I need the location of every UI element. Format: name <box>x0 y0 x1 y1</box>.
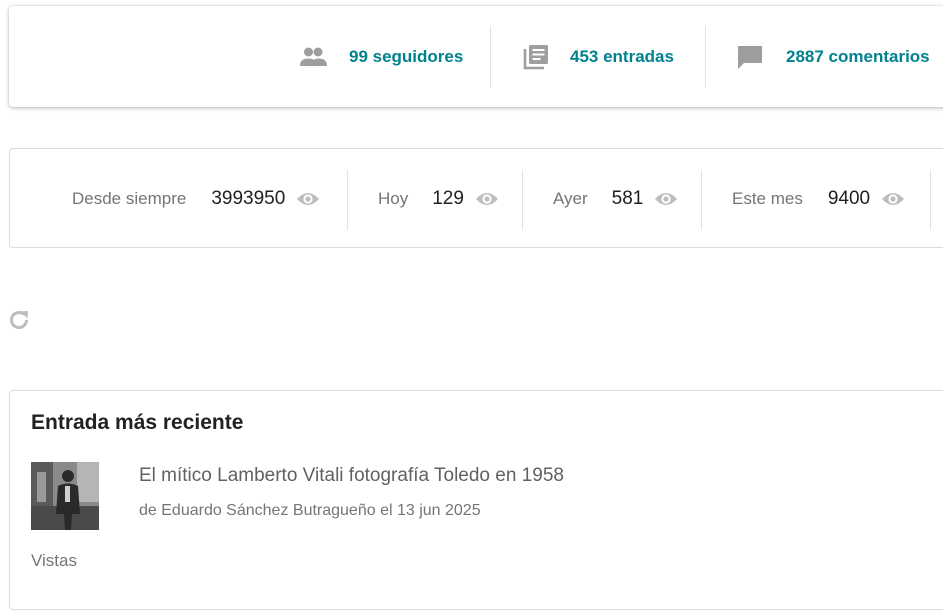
divider <box>347 170 348 230</box>
divider <box>705 26 706 88</box>
eye-icon <box>475 191 499 207</box>
comments-count[interactable]: 2887 comentarios <box>786 47 930 67</box>
post-thumbnail[interactable] <box>31 462 99 530</box>
blog-stats-card: 99 seguidores 453 entradas 2887 comentar… <box>9 6 943 107</box>
post-title-link[interactable]: El mítico Lamberto Vitali fotografía Tol… <box>139 465 564 487</box>
views-section-label: Vistas <box>31 551 77 570</box>
views-value: 581 <box>611 188 644 209</box>
views-label: Desde siempre <box>72 189 187 208</box>
followers-count[interactable]: 99 seguidores <box>349 47 463 67</box>
views-label: Ayer <box>553 189 588 208</box>
views-today: Hoy 129 <box>378 149 499 249</box>
comments-stat[interactable]: 2887 comentarios <box>736 6 930 107</box>
views-label: Este mes <box>732 189 803 208</box>
followers-stat[interactable]: 99 seguidores <box>299 6 463 107</box>
people-icon <box>299 46 329 68</box>
divider <box>522 170 523 230</box>
eye-icon <box>881 191 905 207</box>
divider <box>930 170 931 230</box>
posts-count[interactable]: 453 entradas <box>570 47 674 67</box>
recent-post-heading: Entrada más reciente <box>31 411 244 434</box>
divider <box>701 170 702 230</box>
divider <box>490 26 491 88</box>
eye-icon <box>654 191 678 207</box>
views-yesterday: Ayer 581 <box>553 149 678 249</box>
views-value: 129 <box>432 188 464 209</box>
pageviews-card: Desde siempre 3993950 Hoy 129 Ayer 581 E… <box>9 148 943 248</box>
views-label: Hoy <box>378 189 409 208</box>
views-all-time: Desde siempre 3993950 <box>72 149 320 249</box>
post-byline: de Eduardo Sánchez Butragueño el 13 jun … <box>139 502 481 519</box>
posts-stat[interactable]: 453 entradas <box>522 6 674 107</box>
views-this-month: Este mes 9400 <box>732 149 905 249</box>
comment-icon <box>736 43 766 71</box>
library-books-icon <box>522 43 550 71</box>
views-value: 3993950 <box>211 188 286 209</box>
refresh-icon[interactable] <box>7 308 31 332</box>
views-value: 9400 <box>827 188 871 209</box>
eye-icon <box>296 191 320 207</box>
recent-post-card: Entrada más reciente El mítico Lamberto … <box>9 390 943 610</box>
